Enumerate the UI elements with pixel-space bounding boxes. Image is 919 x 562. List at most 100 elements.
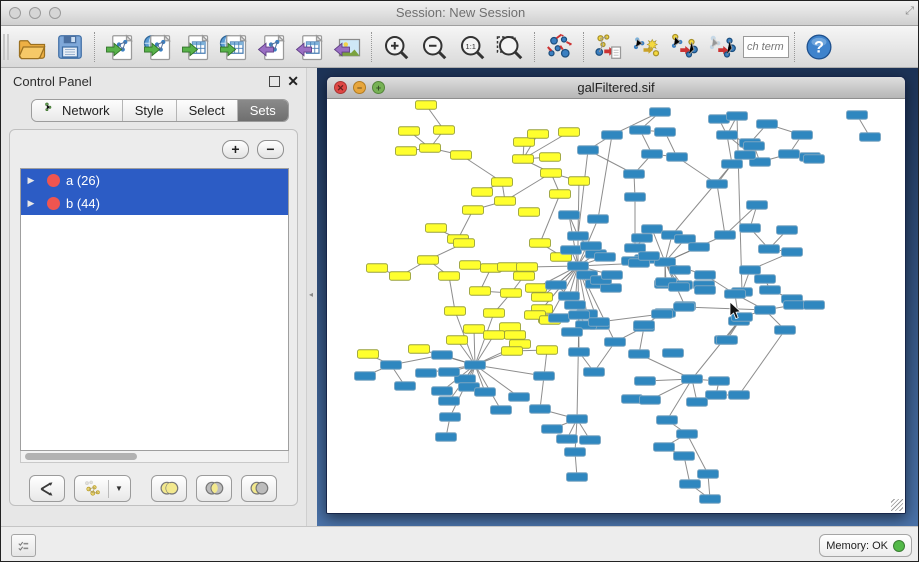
network-node-blue[interactable]: [722, 160, 743, 169]
network-node-blue[interactable]: [355, 372, 376, 381]
network-node-blue[interactable]: [395, 382, 416, 391]
hide-unselected-button[interactable]: [703, 29, 741, 65]
network-node-yellow[interactable]: [472, 188, 493, 197]
resize-grip[interactable]: [891, 499, 903, 511]
network-node-blue[interactable]: [674, 303, 695, 312]
network-node-blue[interactable]: [381, 361, 402, 370]
network-node-blue[interactable]: [567, 415, 588, 424]
network-node-yellow[interactable]: [464, 325, 485, 334]
network-node-blue[interactable]: [847, 111, 868, 120]
set-row[interactable]: ▶b (44): [21, 192, 288, 215]
select-first-neighbors-button[interactable]: [627, 29, 665, 65]
network-node-blue[interactable]: [542, 425, 563, 434]
network-node-blue[interactable]: [775, 326, 796, 335]
network-node-yellow[interactable]: [434, 126, 455, 135]
network-node-yellow[interactable]: [426, 224, 447, 233]
network-graph[interactable]: [327, 99, 905, 513]
network-node-blue[interactable]: [682, 375, 703, 384]
network-node-yellow[interactable]: [537, 346, 558, 355]
network-node-blue[interactable]: [642, 225, 663, 234]
network-node-blue[interactable]: [588, 215, 609, 224]
set-union-button[interactable]: [151, 475, 187, 502]
network-node-blue[interactable]: [725, 290, 746, 299]
network-node-blue[interactable]: [663, 349, 684, 358]
network-node-blue[interactable]: [747, 201, 768, 210]
network-node-blue[interactable]: [755, 306, 776, 315]
network-node-yellow[interactable]: [358, 350, 379, 359]
network-node-blue[interactable]: [717, 131, 738, 140]
tab-select[interactable]: Select: [177, 100, 238, 121]
network-node-blue[interactable]: [707, 180, 728, 189]
network-node-blue[interactable]: [804, 155, 825, 164]
network-node-blue[interactable]: [562, 328, 583, 337]
network-node-blue[interactable]: [700, 495, 721, 504]
copy-network-to-clipboard-button[interactable]: [589, 29, 627, 65]
network-node-blue[interactable]: [706, 391, 727, 400]
network-node-yellow[interactable]: [447, 336, 468, 345]
network-node-blue[interactable]: [625, 244, 646, 253]
network-node-blue[interactable]: [757, 120, 778, 129]
network-node-blue[interactable]: [717, 336, 738, 345]
network-node-blue[interactable]: [735, 151, 756, 160]
network-node-blue[interactable]: [561, 246, 582, 255]
network-node-blue[interactable]: [695, 271, 716, 280]
network-node-yellow[interactable]: [530, 239, 551, 248]
network-node-blue[interactable]: [784, 301, 805, 310]
remove-set-button[interactable]: −: [257, 140, 284, 159]
save-session-button[interactable]: [51, 29, 89, 65]
network-node-yellow[interactable]: [498, 263, 519, 272]
network-node-blue[interactable]: [630, 126, 651, 135]
import-network-web-button[interactable]: [138, 29, 176, 65]
network-node-yellow[interactable]: [454, 239, 475, 248]
network-node-blue[interactable]: [635, 377, 656, 386]
apply-layout-button[interactable]: [540, 29, 578, 65]
network-node-blue[interactable]: [530, 405, 551, 414]
network-node-yellow[interactable]: [470, 287, 491, 296]
network-node-blue[interactable]: [777, 226, 798, 235]
network-node-blue[interactable]: [565, 301, 586, 310]
network-node-blue[interactable]: [642, 150, 663, 159]
panel-splitter[interactable]: ◂: [306, 68, 317, 526]
network-node-yellow[interactable]: [505, 331, 526, 340]
open-session-button[interactable]: [13, 29, 51, 65]
network-canvas[interactable]: [327, 99, 905, 513]
set-difference-button[interactable]: [241, 475, 277, 502]
network-node-blue[interactable]: [565, 448, 586, 457]
network-node-blue[interactable]: [695, 286, 716, 295]
float-panel-icon[interactable]: [269, 76, 280, 87]
network-node-blue[interactable]: [557, 435, 578, 444]
network-node-yellow[interactable]: [514, 138, 535, 147]
horizontal-scrollbar[interactable]: [20, 451, 289, 463]
network-node-yellow[interactable]: [460, 261, 481, 270]
help-button[interactable]: ?: [800, 29, 838, 65]
network-node-yellow[interactable]: [492, 178, 513, 187]
network-node-yellow[interactable]: [513, 155, 534, 164]
network-node-blue[interactable]: [559, 292, 580, 301]
tab-style[interactable]: Style: [123, 100, 177, 121]
network-node-blue[interactable]: [625, 193, 646, 202]
network-window-titlebar[interactable]: ✕ − + galFiltered.sif: [327, 77, 905, 99]
tab-sets[interactable]: Sets: [238, 100, 288, 121]
network-node-blue[interactable]: [632, 234, 653, 243]
network-node-blue[interactable]: [546, 281, 567, 290]
network-node-blue[interactable]: [465, 361, 486, 370]
network-node-yellow[interactable]: [514, 272, 535, 281]
network-node-blue[interactable]: [727, 112, 748, 121]
network-node-blue[interactable]: [436, 433, 457, 442]
expander-icon[interactable]: ▶: [21, 198, 41, 209]
sets-list[interactable]: ▶a (26)▶b (44): [20, 168, 289, 451]
task-monitor-button[interactable]: [11, 534, 36, 557]
network-node-yellow[interactable]: [528, 130, 549, 139]
dropdown-arrow-icon[interactable]: ▼: [112, 484, 126, 493]
network-node-blue[interactable]: [655, 128, 676, 137]
network-node-yellow[interactable]: [500, 323, 521, 332]
network-node-blue[interactable]: [475, 388, 496, 397]
network-node-blue[interactable]: [439, 368, 460, 377]
network-node-blue[interactable]: [440, 413, 461, 422]
tab-network[interactable]: Network: [32, 100, 123, 121]
network-node-blue[interactable]: [559, 211, 580, 220]
network-node-yellow[interactable]: [367, 264, 388, 273]
network-node-yellow[interactable]: [463, 206, 484, 215]
network-node-blue[interactable]: [624, 170, 645, 179]
network-node-yellow[interactable]: [445, 307, 466, 316]
